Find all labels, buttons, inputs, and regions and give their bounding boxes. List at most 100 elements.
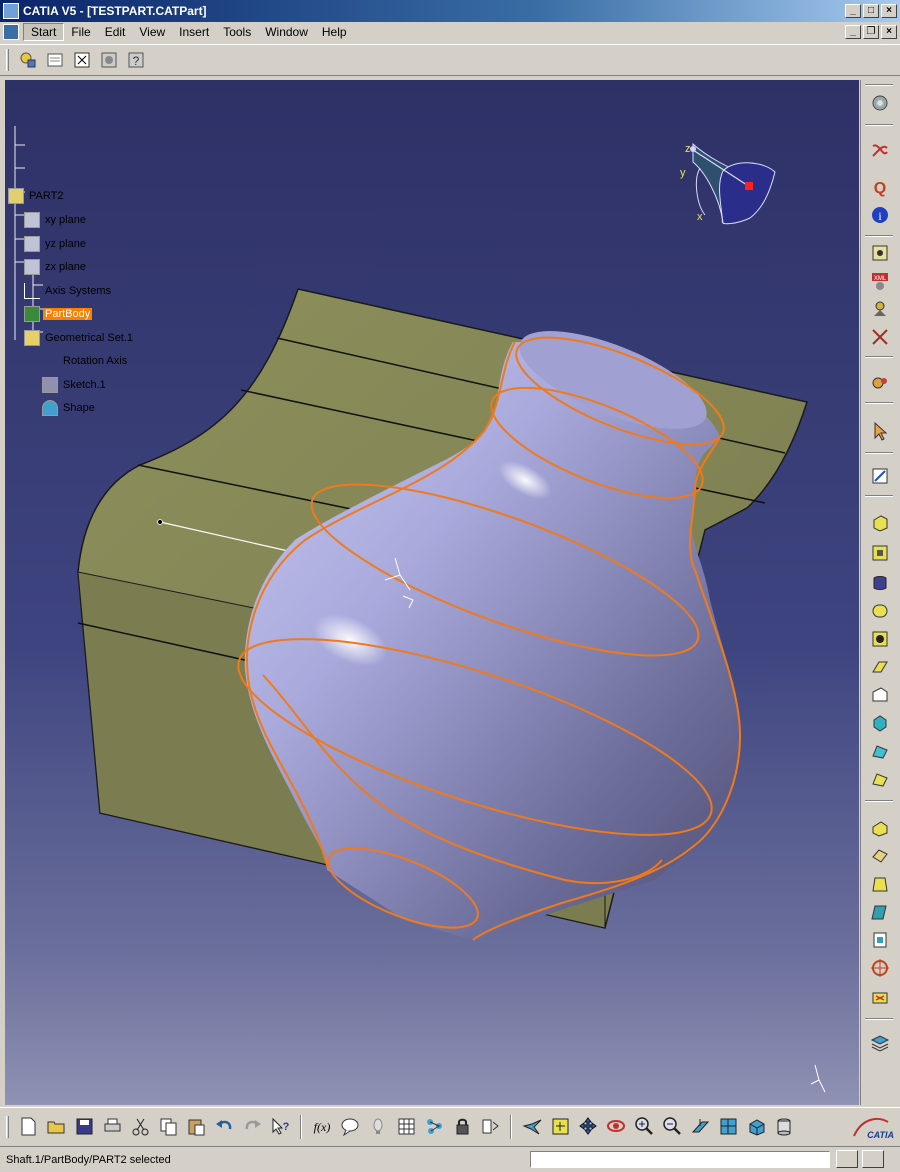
status-close-button[interactable] — [862, 1150, 884, 1168]
analysis-icon[interactable] — [867, 370, 893, 396]
compass-x-label: x — [697, 211, 703, 223]
hole-icon[interactable] — [867, 626, 893, 652]
plane-icon — [24, 259, 40, 275]
light-icon[interactable] — [365, 1114, 391, 1140]
product-icon[interactable] — [867, 138, 893, 164]
pan-icon[interactable] — [575, 1114, 601, 1140]
chamfer-icon[interactable] — [867, 843, 893, 869]
fillet-icon[interactable] — [867, 815, 893, 841]
tree-node-axis-systems[interactable]: Axis Systems — [24, 282, 113, 300]
tree-node-yz-plane[interactable]: yz plane — [24, 235, 88, 253]
split-icon[interactable] — [867, 985, 893, 1011]
stiffener-icon[interactable] — [867, 710, 893, 736]
sketcher-icon[interactable] — [867, 463, 893, 489]
toolbar-grip[interactable] — [6, 49, 9, 71]
fit-tree-icon[interactable] — [70, 48, 94, 72]
formula-icon[interactable]: f(x) — [309, 1114, 335, 1140]
menu-view[interactable]: View — [132, 24, 172, 40]
cut-icon[interactable] — [127, 1114, 153, 1140]
groove-icon[interactable] — [867, 598, 893, 624]
menu-help[interactable]: Help — [315, 24, 354, 40]
render-style-icon[interactable] — [743, 1114, 769, 1140]
maximize-button[interactable]: □ — [863, 4, 879, 18]
info-icon[interactable]: i — [867, 202, 893, 228]
status-restore-button[interactable] — [836, 1150, 858, 1168]
print-icon[interactable] — [99, 1114, 125, 1140]
zoom-in-icon[interactable] — [631, 1114, 657, 1140]
catia-app-icon[interactable] — [3, 3, 19, 19]
properties-icon[interactable] — [43, 48, 67, 72]
xml-icon[interactable]: XML — [867, 268, 893, 294]
tree-node-rotation-axis[interactable]: Rotation Axis — [42, 352, 129, 370]
whats-this-icon[interactable]: ? — [124, 48, 148, 72]
undo-icon[interactable] — [211, 1114, 237, 1140]
menu-start[interactable]: Start — [23, 23, 65, 41]
redo-icon[interactable] — [239, 1114, 265, 1140]
menu-file[interactable]: File — [64, 24, 97, 40]
3d-viewport[interactable]: z y x PART2 xy plane yz plane zx plane A… — [5, 80, 859, 1105]
options-icon[interactable] — [867, 90, 893, 116]
measure-icon[interactable] — [867, 296, 893, 322]
visualization-icon[interactable] — [867, 240, 893, 266]
compass-icon[interactable]: z y x — [680, 142, 776, 225]
snapshot-icon[interactable] — [97, 48, 121, 72]
menu-window[interactable]: Window — [258, 24, 315, 40]
menu-insert[interactable]: Insert — [172, 24, 216, 40]
status-bar: Shaft.1/PartBody/PART2 selected — [0, 1146, 900, 1172]
tree-node-zx-plane[interactable]: zx plane — [24, 258, 88, 276]
query-icon[interactable]: Q — [867, 174, 893, 200]
thickness-icon[interactable] — [867, 927, 893, 953]
rotate-icon[interactable] — [603, 1114, 629, 1140]
select-icon[interactable] — [867, 418, 893, 444]
doc-minimize-button[interactable]: _ — [845, 25, 861, 39]
doc-close-button[interactable]: × — [881, 25, 897, 39]
removed-multi-section-icon[interactable] — [867, 766, 893, 792]
fit-all-icon[interactable] — [547, 1114, 573, 1140]
fly-icon[interactable] — [519, 1114, 545, 1140]
normal-view-icon[interactable] — [687, 1114, 713, 1140]
command-input[interactable] — [530, 1151, 830, 1168]
tree-node-partbody[interactable]: PartBody — [24, 305, 93, 323]
table-icon[interactable] — [393, 1114, 419, 1140]
menu-tools[interactable]: Tools — [216, 24, 258, 40]
whats-this-icon[interactable]: ? — [267, 1114, 293, 1140]
tree-node-part2[interactable]: PART2 — [8, 187, 65, 205]
lock-icon[interactable] — [449, 1114, 475, 1140]
shell-icon[interactable] — [867, 899, 893, 925]
copy-icon[interactable] — [155, 1114, 181, 1140]
comment-icon[interactable] — [337, 1114, 363, 1140]
workbench-icon[interactable] — [16, 48, 40, 72]
tree-node-shape[interactable]: Shape — [42, 399, 97, 417]
pocket-icon[interactable] — [867, 540, 893, 566]
tree-node-geometrical-set[interactable]: Geometrical Set.1 — [24, 329, 135, 347]
save-icon[interactable] — [71, 1114, 97, 1140]
zoom-out-icon[interactable] — [659, 1114, 685, 1140]
doc-restore-button[interactable]: ❐ — [863, 25, 879, 39]
thread-icon[interactable] — [867, 955, 893, 981]
layers-icon[interactable] — [867, 1030, 893, 1056]
parameters-icon[interactable] — [477, 1114, 503, 1140]
shaft-icon[interactable] — [867, 570, 893, 596]
new-icon[interactable] — [15, 1114, 41, 1140]
iso-view-icon[interactable] — [715, 1114, 741, 1140]
menu-edit[interactable]: Edit — [98, 24, 133, 40]
draft-icon[interactable] — [867, 871, 893, 897]
paste-icon[interactable] — [183, 1114, 209, 1140]
slot-icon[interactable] — [867, 682, 893, 708]
rib-icon[interactable] — [867, 654, 893, 680]
pad-icon[interactable] — [867, 510, 893, 536]
tree-label-sketch: Sketch.1 — [63, 379, 106, 391]
toolbar-grip[interactable] — [6, 1115, 9, 1138]
hide-show-icon[interactable] — [771, 1114, 797, 1140]
document-icon[interactable] — [3, 24, 19, 40]
tools-icon[interactable] — [867, 324, 893, 350]
tree-node-xy-plane[interactable]: xy plane — [24, 211, 88, 229]
knowledge-icon[interactable] — [421, 1114, 447, 1140]
minimize-button[interactable]: _ — [845, 4, 861, 18]
tree-node-sketch[interactable]: Sketch.1 — [42, 376, 108, 394]
open-icon[interactable] — [43, 1114, 69, 1140]
geometrical-set-icon — [24, 330, 40, 346]
multi-section-icon[interactable] — [867, 738, 893, 764]
sketch-icon — [42, 377, 58, 393]
close-button[interactable]: × — [881, 4, 897, 18]
